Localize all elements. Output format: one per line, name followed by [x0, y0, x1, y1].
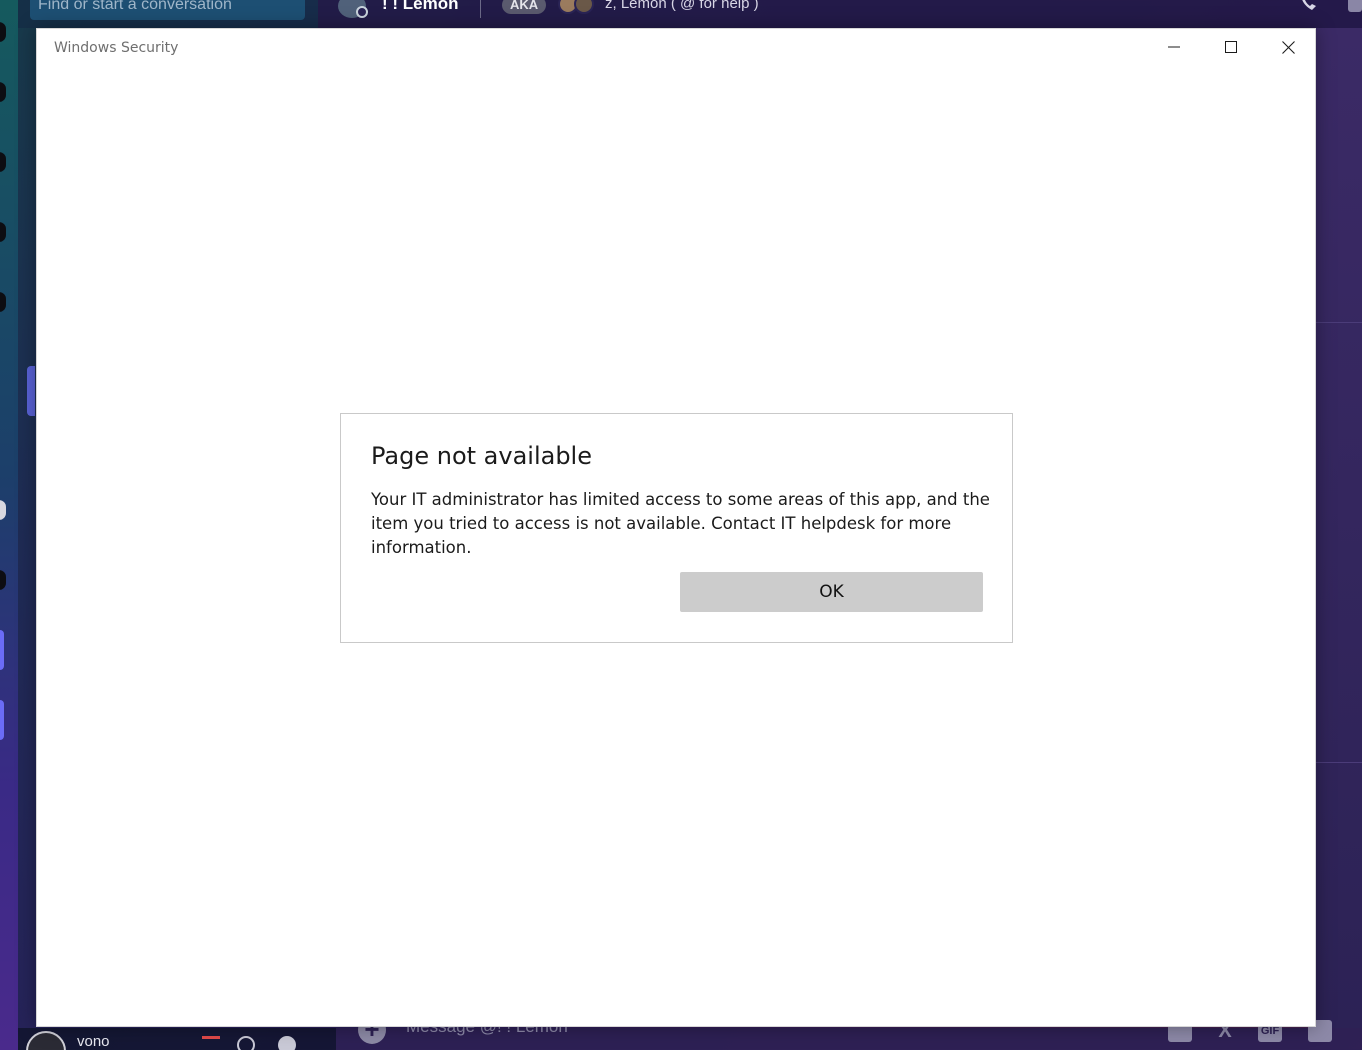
minimize-icon [1168, 41, 1180, 53]
header-divider [480, 0, 481, 18]
search-input[interactable]: Find or start a conversation [30, 0, 305, 20]
right-panel [1316, 28, 1362, 1028]
status-icon [356, 6, 368, 18]
panel-divider [1316, 322, 1362, 323]
nicknames-text: z, Lemon ( @ for help ) [605, 0, 759, 12]
page-not-available-dialog: Page not available Your IT administrator… [340, 413, 1013, 643]
headphones-icon[interactable] [237, 1036, 255, 1050]
ok-button[interactable]: OK [680, 572, 983, 612]
chat-header [318, 0, 1362, 28]
maximize-icon [1225, 41, 1237, 53]
mutual-avatars[interactable] [558, 0, 596, 14]
avatar [574, 0, 594, 14]
dialog-title: Page not available [371, 442, 592, 470]
server-unread-indicator [0, 630, 4, 670]
username[interactable]: vono [77, 1033, 110, 1050]
close-icon [1281, 40, 1295, 54]
gear-icon[interactable] [278, 1036, 296, 1050]
mute-microphone-icon[interactable] [202, 1036, 220, 1050]
window-title: Windows Security [54, 40, 179, 56]
phone-call-icon[interactable] [1298, 0, 1326, 16]
chat-title: ! ! Lemon [382, 0, 459, 13]
dialog-message: Your IT administrator has limited access… [371, 490, 990, 557]
windows-security-window: Windows Security Page not available Your… [36, 28, 1316, 1027]
minimize-button[interactable] [1151, 29, 1197, 65]
server-unread-indicator [0, 700, 4, 740]
aka-badge[interactable]: AKA [502, 0, 547, 14]
inbox-icon[interactable] [1348, 0, 1362, 12]
panel-divider [1316, 762, 1362, 763]
maximize-button[interactable] [1208, 29, 1254, 65]
selected-server-indicator [27, 366, 35, 416]
title-bar[interactable]: Windows Security [37, 29, 1315, 67]
close-button[interactable] [1265, 29, 1311, 65]
